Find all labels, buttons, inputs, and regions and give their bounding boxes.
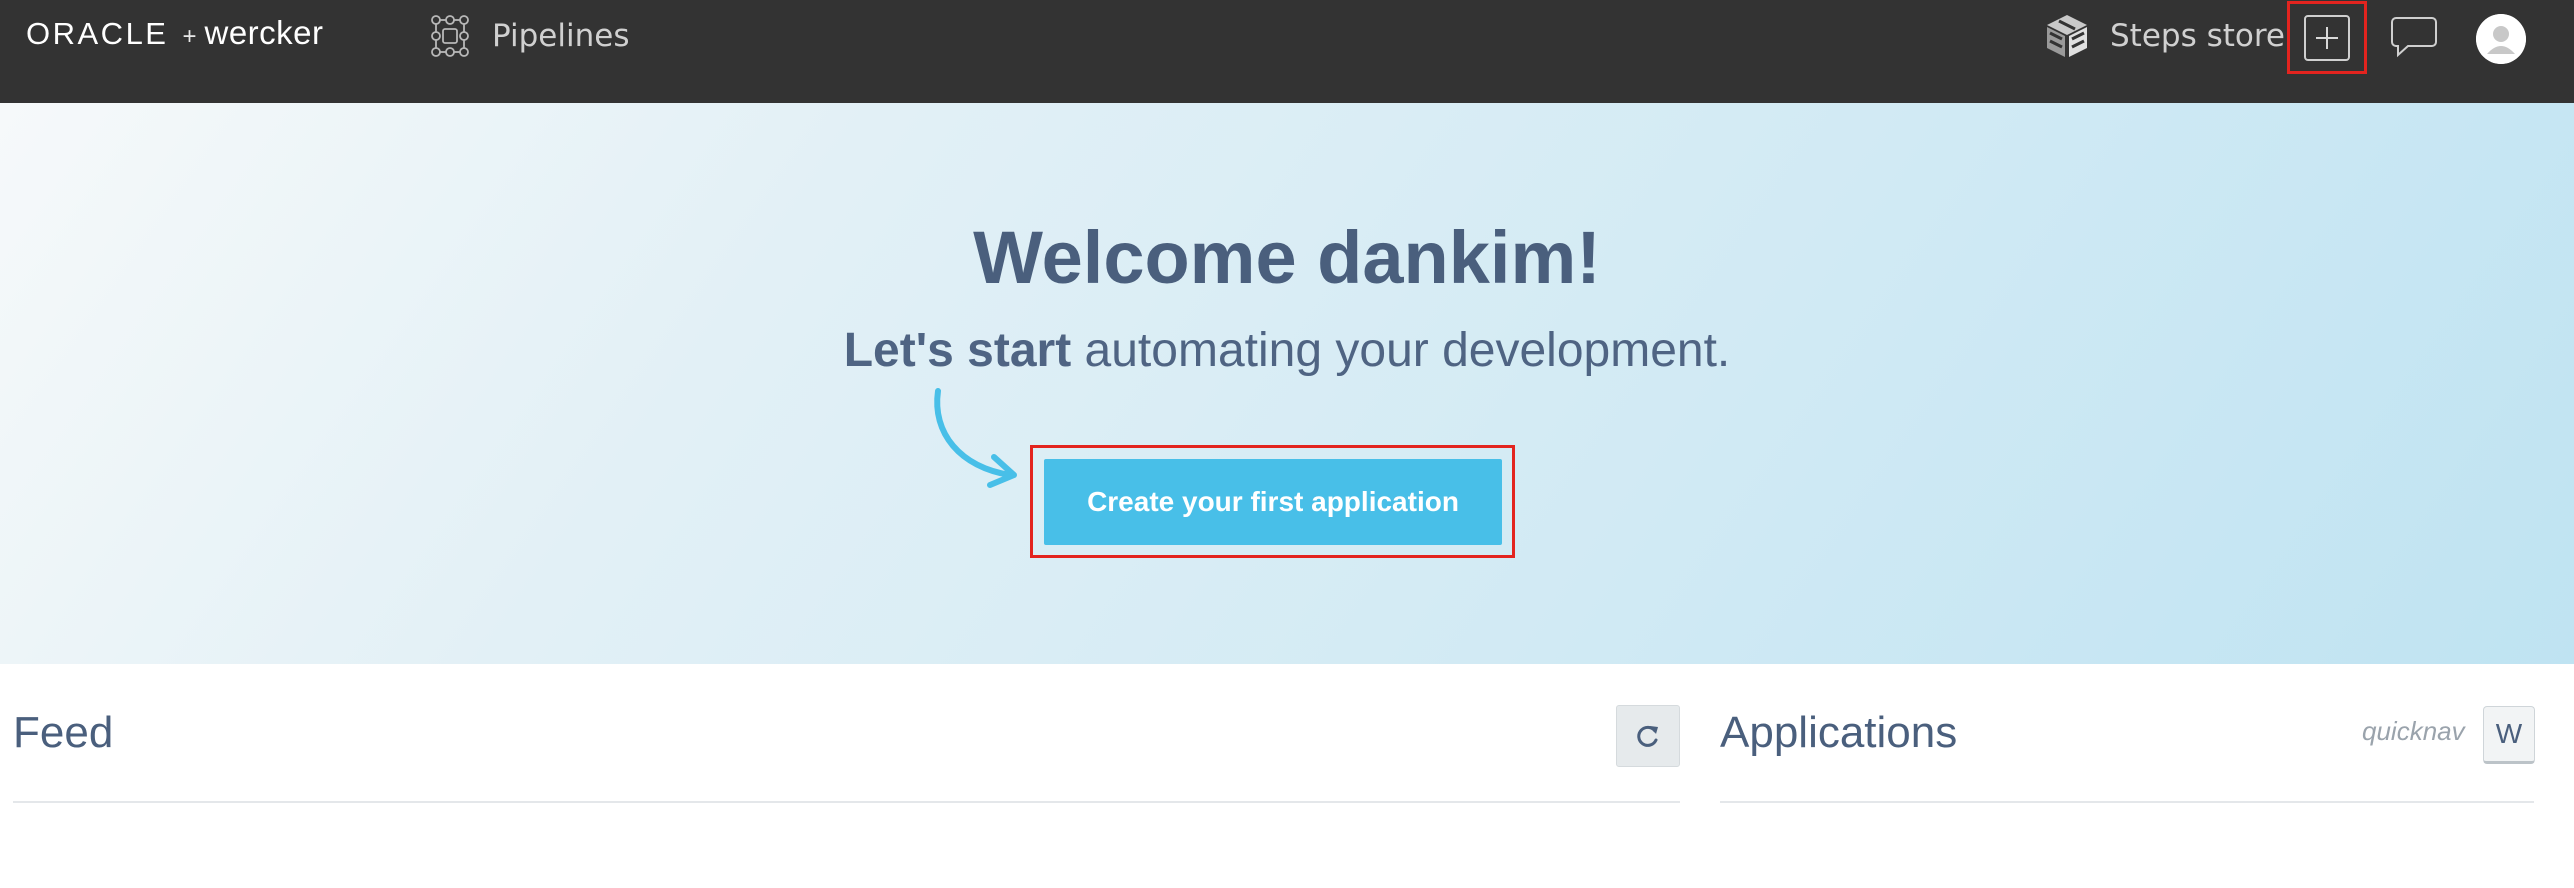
create-application-highlight: Create your first application (1030, 445, 1515, 558)
top-navigation-bar: ORACLE + wercker Pipelines Steps store (0, 0, 2574, 103)
nav-steps-store[interactable]: Steps store (2044, 12, 2285, 60)
curved-arrow-icon (934, 388, 1017, 488)
welcome-hero: Welcome dankim! Let's start automating y… (0, 103, 2574, 664)
feed-divider (13, 801, 1680, 803)
user-avatar[interactable] (2476, 14, 2526, 64)
chat-icon[interactable] (2390, 14, 2438, 58)
logo-plus-text: + (182, 23, 197, 50)
refresh-icon (1637, 725, 1658, 747)
nav-pipelines-label: Pipelines (492, 18, 630, 54)
nav-steps-store-label: Steps store (2110, 18, 2285, 54)
applications-divider (1720, 801, 2534, 803)
steps-store-icon (2047, 15, 2087, 57)
pipelines-icon (431, 15, 469, 57)
nav-pipelines[interactable]: Pipelines (428, 14, 629, 58)
applications-title: Applications (1720, 708, 1958, 757)
logo-wercker-text: wercker (204, 14, 324, 51)
welcome-tagline: Let's start automating your development. (0, 323, 2574, 378)
quicknav-shortcut-key[interactable]: W (2483, 706, 2535, 764)
create-first-application-button[interactable]: Create your first application (1044, 459, 1502, 545)
welcome-heading: Welcome dankim! (973, 216, 1601, 299)
refresh-feed-button[interactable] (1616, 705, 1680, 767)
tagline-bold: Let's start (843, 324, 1072, 377)
plus-icon (2304, 14, 2350, 61)
add-application-button[interactable] (2287, 1, 2367, 74)
user-silhouette-icon (2476, 14, 2526, 64)
quicknav-label: quicknav (2362, 716, 2465, 746)
tagline-rest: automating your development. (1071, 324, 1731, 377)
oracle-wercker-logo[interactable]: ORACLE + wercker (26, 14, 324, 58)
feed-title: Feed (13, 708, 114, 757)
logo-oracle-text: ORACLE (26, 16, 169, 51)
